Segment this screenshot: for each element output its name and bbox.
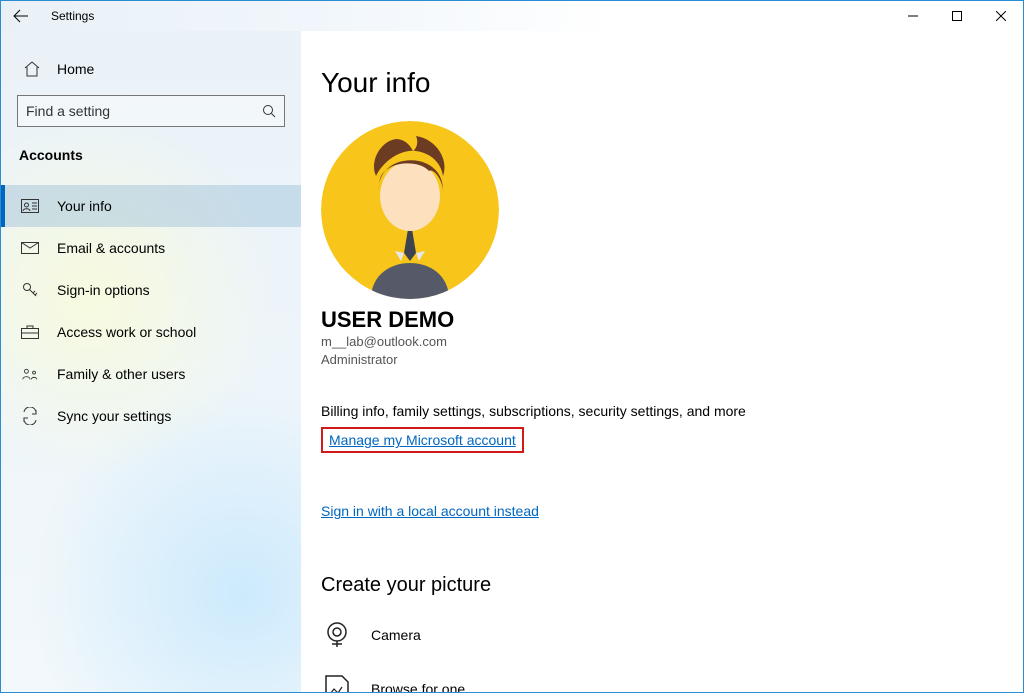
sidebar-item-sync[interactable]: Sync your settings	[1, 395, 301, 437]
username: USER DEMO	[321, 307, 1003, 333]
minimize-icon	[908, 11, 918, 21]
manage-account-link[interactable]: Manage my Microsoft account	[329, 432, 516, 448]
sidebar-item-work[interactable]: Access work or school	[1, 311, 301, 353]
highlight-box: Manage my Microsoft account	[321, 427, 524, 453]
arrow-left-icon	[13, 8, 29, 24]
back-button[interactable]	[1, 1, 41, 31]
sidebar-item-your-info[interactable]: Your info	[1, 185, 301, 227]
window-title: Settings	[41, 9, 94, 23]
sidebar-item-label: Your info	[57, 198, 112, 214]
user-email: m__lab@outlook.com	[321, 333, 1003, 351]
sidebar-item-label: Sign-in options	[57, 282, 150, 298]
avatar	[321, 121, 499, 299]
sidebar-item-family[interactable]: Family & other users	[1, 353, 301, 395]
sync-icon	[21, 407, 39, 425]
browse-label: Browse for one	[371, 681, 465, 692]
sidebar-item-label: Family & other users	[57, 366, 185, 382]
briefcase-icon	[21, 325, 39, 339]
search-box[interactable]	[17, 95, 285, 127]
sidebar-item-label: Email & accounts	[57, 240, 165, 256]
user-role: Administrator	[321, 351, 1003, 369]
sidebar-item-signin[interactable]: Sign-in options	[1, 269, 301, 311]
avatar-image	[321, 121, 499, 299]
home-icon	[23, 60, 41, 78]
main-content: Your info USER DEMO m__lab@outlook.com A…	[301, 31, 1023, 692]
sidebar-item-email[interactable]: Email & accounts	[1, 227, 301, 269]
camera-icon	[321, 619, 353, 651]
sidebar-nav: Your info Email & accounts Sign-in optio…	[1, 185, 301, 437]
sidebar-item-label: Access work or school	[57, 324, 196, 340]
search-icon	[262, 104, 276, 118]
sidebar-item-label: Sync your settings	[57, 408, 171, 424]
family-icon	[21, 367, 39, 381]
camera-label: Camera	[371, 627, 421, 643]
home-nav[interactable]: Home	[17, 51, 285, 87]
billing-text: Billing info, family settings, subscript…	[321, 403, 1003, 419]
close-button[interactable]	[979, 1, 1023, 31]
sidebar: Home Accounts Your info Email & accounts…	[1, 31, 301, 692]
create-picture-title: Create your picture	[321, 574, 1003, 597]
browse-icon	[321, 673, 353, 692]
local-account-link[interactable]: Sign in with a local account instead	[321, 503, 539, 519]
home-label: Home	[57, 61, 94, 77]
browse-button[interactable]: Browse for one	[321, 673, 1003, 692]
close-icon	[996, 11, 1006, 21]
key-icon	[21, 281, 39, 299]
sidebar-section-title: Accounts	[19, 147, 285, 163]
maximize-icon	[952, 11, 962, 21]
minimize-button[interactable]	[891, 1, 935, 31]
maximize-button[interactable]	[935, 1, 979, 31]
mail-icon	[21, 242, 39, 254]
camera-button[interactable]: Camera	[321, 619, 1003, 651]
search-input[interactable]	[26, 103, 262, 119]
your-info-icon	[21, 199, 39, 213]
page-title: Your info	[321, 67, 1003, 99]
titlebar: Settings	[1, 1, 1023, 31]
